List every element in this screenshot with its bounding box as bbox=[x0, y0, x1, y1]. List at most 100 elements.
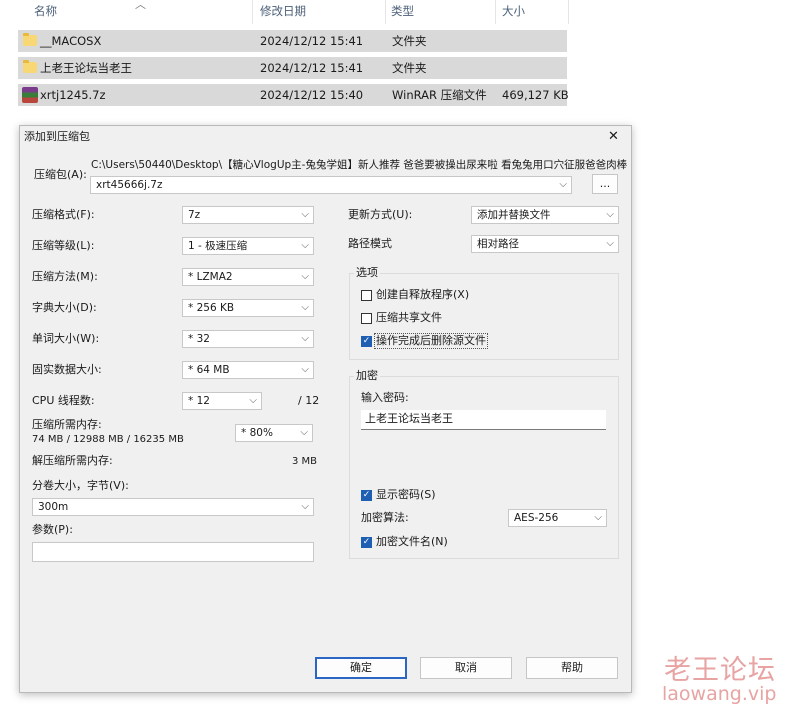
sfx-checkbox[interactable] bbox=[361, 290, 372, 301]
folder-icon bbox=[23, 33, 37, 46]
path-mode-combo[interactable]: 相对路径 ⌵ bbox=[471, 235, 619, 253]
column-divider[interactable] bbox=[495, 0, 496, 24]
column-divider[interactable] bbox=[568, 0, 569, 24]
watermark-url: laowang.vip bbox=[662, 683, 777, 705]
check-icon: ✓ bbox=[362, 537, 371, 547]
encrypt-filenames-checkbox[interactable]: ✓ bbox=[361, 537, 372, 548]
update-mode-value: 添加并替换文件 bbox=[477, 209, 551, 221]
decompress-memory-label: 解压缩所需内存: bbox=[32, 454, 113, 467]
close-icon[interactable]: ✕ bbox=[608, 129, 619, 144]
file-row[interactable]: __MACOSX 2024/12/12 15:41 文件夹 bbox=[18, 30, 567, 52]
parameters-label: 参数(P): bbox=[32, 523, 73, 536]
sfx-label[interactable]: 创建自释放程序(X) bbox=[376, 288, 469, 302]
delete-after-label[interactable]: 操作完成后删除源文件 bbox=[374, 333, 488, 349]
method-label: 压缩方法(M): bbox=[32, 270, 98, 283]
solid-size-value: * 64 MB bbox=[188, 364, 230, 376]
browse-button[interactable]: ... bbox=[592, 174, 618, 194]
chevron-down-icon: ⌵ bbox=[249, 395, 257, 406]
column-header-size[interactable]: 大小 bbox=[502, 0, 525, 24]
dictionary-label: 字典大小(D): bbox=[32, 301, 97, 314]
sort-chevron-icon: ︿ bbox=[135, 0, 146, 11]
column-divider[interactable] bbox=[252, 0, 253, 24]
word-size-value: * 32 bbox=[188, 333, 210, 345]
file-date: 2024/12/12 15:41 bbox=[260, 61, 364, 75]
split-volume-value: 300m bbox=[38, 501, 69, 513]
chevron-down-icon: ⌵ bbox=[301, 333, 309, 344]
archive-path: C:\Users\50440\Desktop\【糖心VlogUp主-兔兔学姐】新… bbox=[91, 159, 628, 171]
word-size-combo[interactable]: * 32 ⌵ bbox=[182, 330, 314, 348]
parameters-input[interactable] bbox=[32, 542, 314, 562]
memory-percent-value: * 80% bbox=[241, 427, 273, 439]
solid-size-label: 固实数据大小: bbox=[32, 363, 102, 376]
ok-button[interactable]: 确定 bbox=[315, 657, 407, 679]
file-date: 2024/12/12 15:41 bbox=[260, 34, 364, 48]
memory-label: 压缩所需内存: bbox=[32, 418, 102, 431]
word-size-label: 单词大小(W): bbox=[32, 332, 100, 345]
chevron-down-icon: ⌵ bbox=[301, 501, 309, 512]
file-type: WinRAR 压缩文件 bbox=[392, 88, 487, 102]
format-value: 7z bbox=[188, 209, 201, 221]
encryption-group-title: 加密 bbox=[354, 369, 380, 383]
path-mode-label: 路径模式 bbox=[348, 237, 392, 250]
update-mode-combo[interactable]: 添加并替换文件 ⌵ bbox=[471, 206, 619, 224]
file-type: 文件夹 bbox=[392, 61, 427, 75]
level-value: 1 - 极速压缩 bbox=[188, 240, 248, 252]
dialog-title: 添加到压缩包 bbox=[24, 130, 90, 143]
file-name: 上老王论坛当老王 bbox=[40, 61, 132, 75]
check-icon: ✓ bbox=[362, 336, 371, 346]
column-header-type[interactable]: 类型 bbox=[391, 0, 414, 24]
file-name: __MACOSX bbox=[40, 34, 102, 48]
shared-files-label[interactable]: 压缩共享文件 bbox=[376, 311, 442, 325]
solid-size-combo[interactable]: * 64 MB ⌵ bbox=[182, 361, 314, 379]
memory-percent-combo[interactable]: * 80% ⌵ bbox=[235, 424, 313, 442]
cancel-button[interactable]: 取消 bbox=[420, 657, 512, 679]
encrypt-filenames-label[interactable]: 加密文件名(N) bbox=[376, 535, 448, 549]
file-size: 469,127 KB bbox=[502, 88, 569, 102]
method-combo[interactable]: * LZMA2 ⌵ bbox=[182, 268, 314, 286]
chevron-down-icon: ⌵ bbox=[300, 427, 308, 438]
file-row[interactable]: xrtj1245.7z 2024/12/12 15:40 WinRAR 压缩文件… bbox=[18, 84, 569, 106]
archive-filename-combo[interactable]: xrt45666j.7z ⌵ bbox=[90, 176, 572, 194]
cpu-threads-label: CPU 线程数: bbox=[32, 394, 95, 407]
memory-detail: 74 MB / 12988 MB / 16235 MB bbox=[32, 434, 184, 445]
winrar-archive-icon bbox=[22, 87, 38, 103]
split-volume-label: 分卷大小，字节(V): bbox=[32, 479, 129, 492]
encryption-method-label: 加密算法: bbox=[361, 511, 409, 524]
show-password-label[interactable]: 显示密码(S) bbox=[376, 488, 436, 502]
chevron-down-icon: ⌵ bbox=[559, 179, 567, 190]
dictionary-combo[interactable]: * 256 KB ⌵ bbox=[182, 299, 314, 317]
level-label: 压缩等级(L): bbox=[32, 239, 95, 252]
level-combo[interactable]: 1 - 极速压缩 ⌵ bbox=[182, 237, 314, 255]
archive-filename-value: xrt45666j.7z bbox=[96, 179, 163, 191]
cpu-threads-value: * 12 bbox=[188, 395, 210, 407]
encryption-method-combo[interactable]: AES-256 ⌵ bbox=[508, 509, 607, 527]
cpu-threads-combo[interactable]: * 12 ⌵ bbox=[182, 392, 262, 410]
column-divider[interactable] bbox=[385, 0, 386, 24]
method-value: * LZMA2 bbox=[188, 271, 233, 283]
chevron-down-icon: ⌵ bbox=[301, 364, 309, 375]
shared-files-checkbox[interactable] bbox=[361, 313, 372, 324]
chevron-down-icon: ⌵ bbox=[606, 238, 614, 249]
watermark-text: 老王论坛 bbox=[664, 655, 776, 686]
folder-icon bbox=[23, 60, 37, 73]
update-mode-label: 更新方式(U): bbox=[348, 208, 413, 221]
check-icon: ✓ bbox=[362, 490, 371, 500]
path-mode-value: 相对路径 bbox=[477, 238, 519, 250]
file-row[interactable]: 上老王论坛当老王 2024/12/12 15:41 文件夹 bbox=[18, 57, 567, 79]
encryption-method-value: AES-256 bbox=[514, 512, 559, 524]
file-name: xrtj1245.7z bbox=[40, 88, 106, 102]
decompress-memory-value: 3 MB bbox=[292, 456, 318, 467]
column-header-name[interactable]: 名称 bbox=[34, 0, 57, 24]
chevron-down-icon: ⌵ bbox=[606, 209, 614, 220]
column-header-date[interactable]: 修改日期 bbox=[260, 0, 306, 24]
chevron-down-icon: ⌵ bbox=[301, 271, 309, 282]
file-date: 2024/12/12 15:40 bbox=[260, 88, 364, 102]
delete-after-checkbox[interactable]: ✓ bbox=[361, 336, 372, 347]
format-combo[interactable]: 7z ⌵ bbox=[182, 206, 314, 224]
password-label: 输入密码: bbox=[361, 391, 409, 404]
show-password-checkbox[interactable]: ✓ bbox=[361, 490, 372, 501]
password-input[interactable]: 上老王论坛当老王 bbox=[361, 410, 606, 430]
split-volume-combo[interactable]: 300m ⌵ bbox=[32, 498, 314, 516]
chevron-down-icon: ⌵ bbox=[301, 209, 309, 220]
help-button[interactable]: 帮助 bbox=[526, 657, 618, 679]
